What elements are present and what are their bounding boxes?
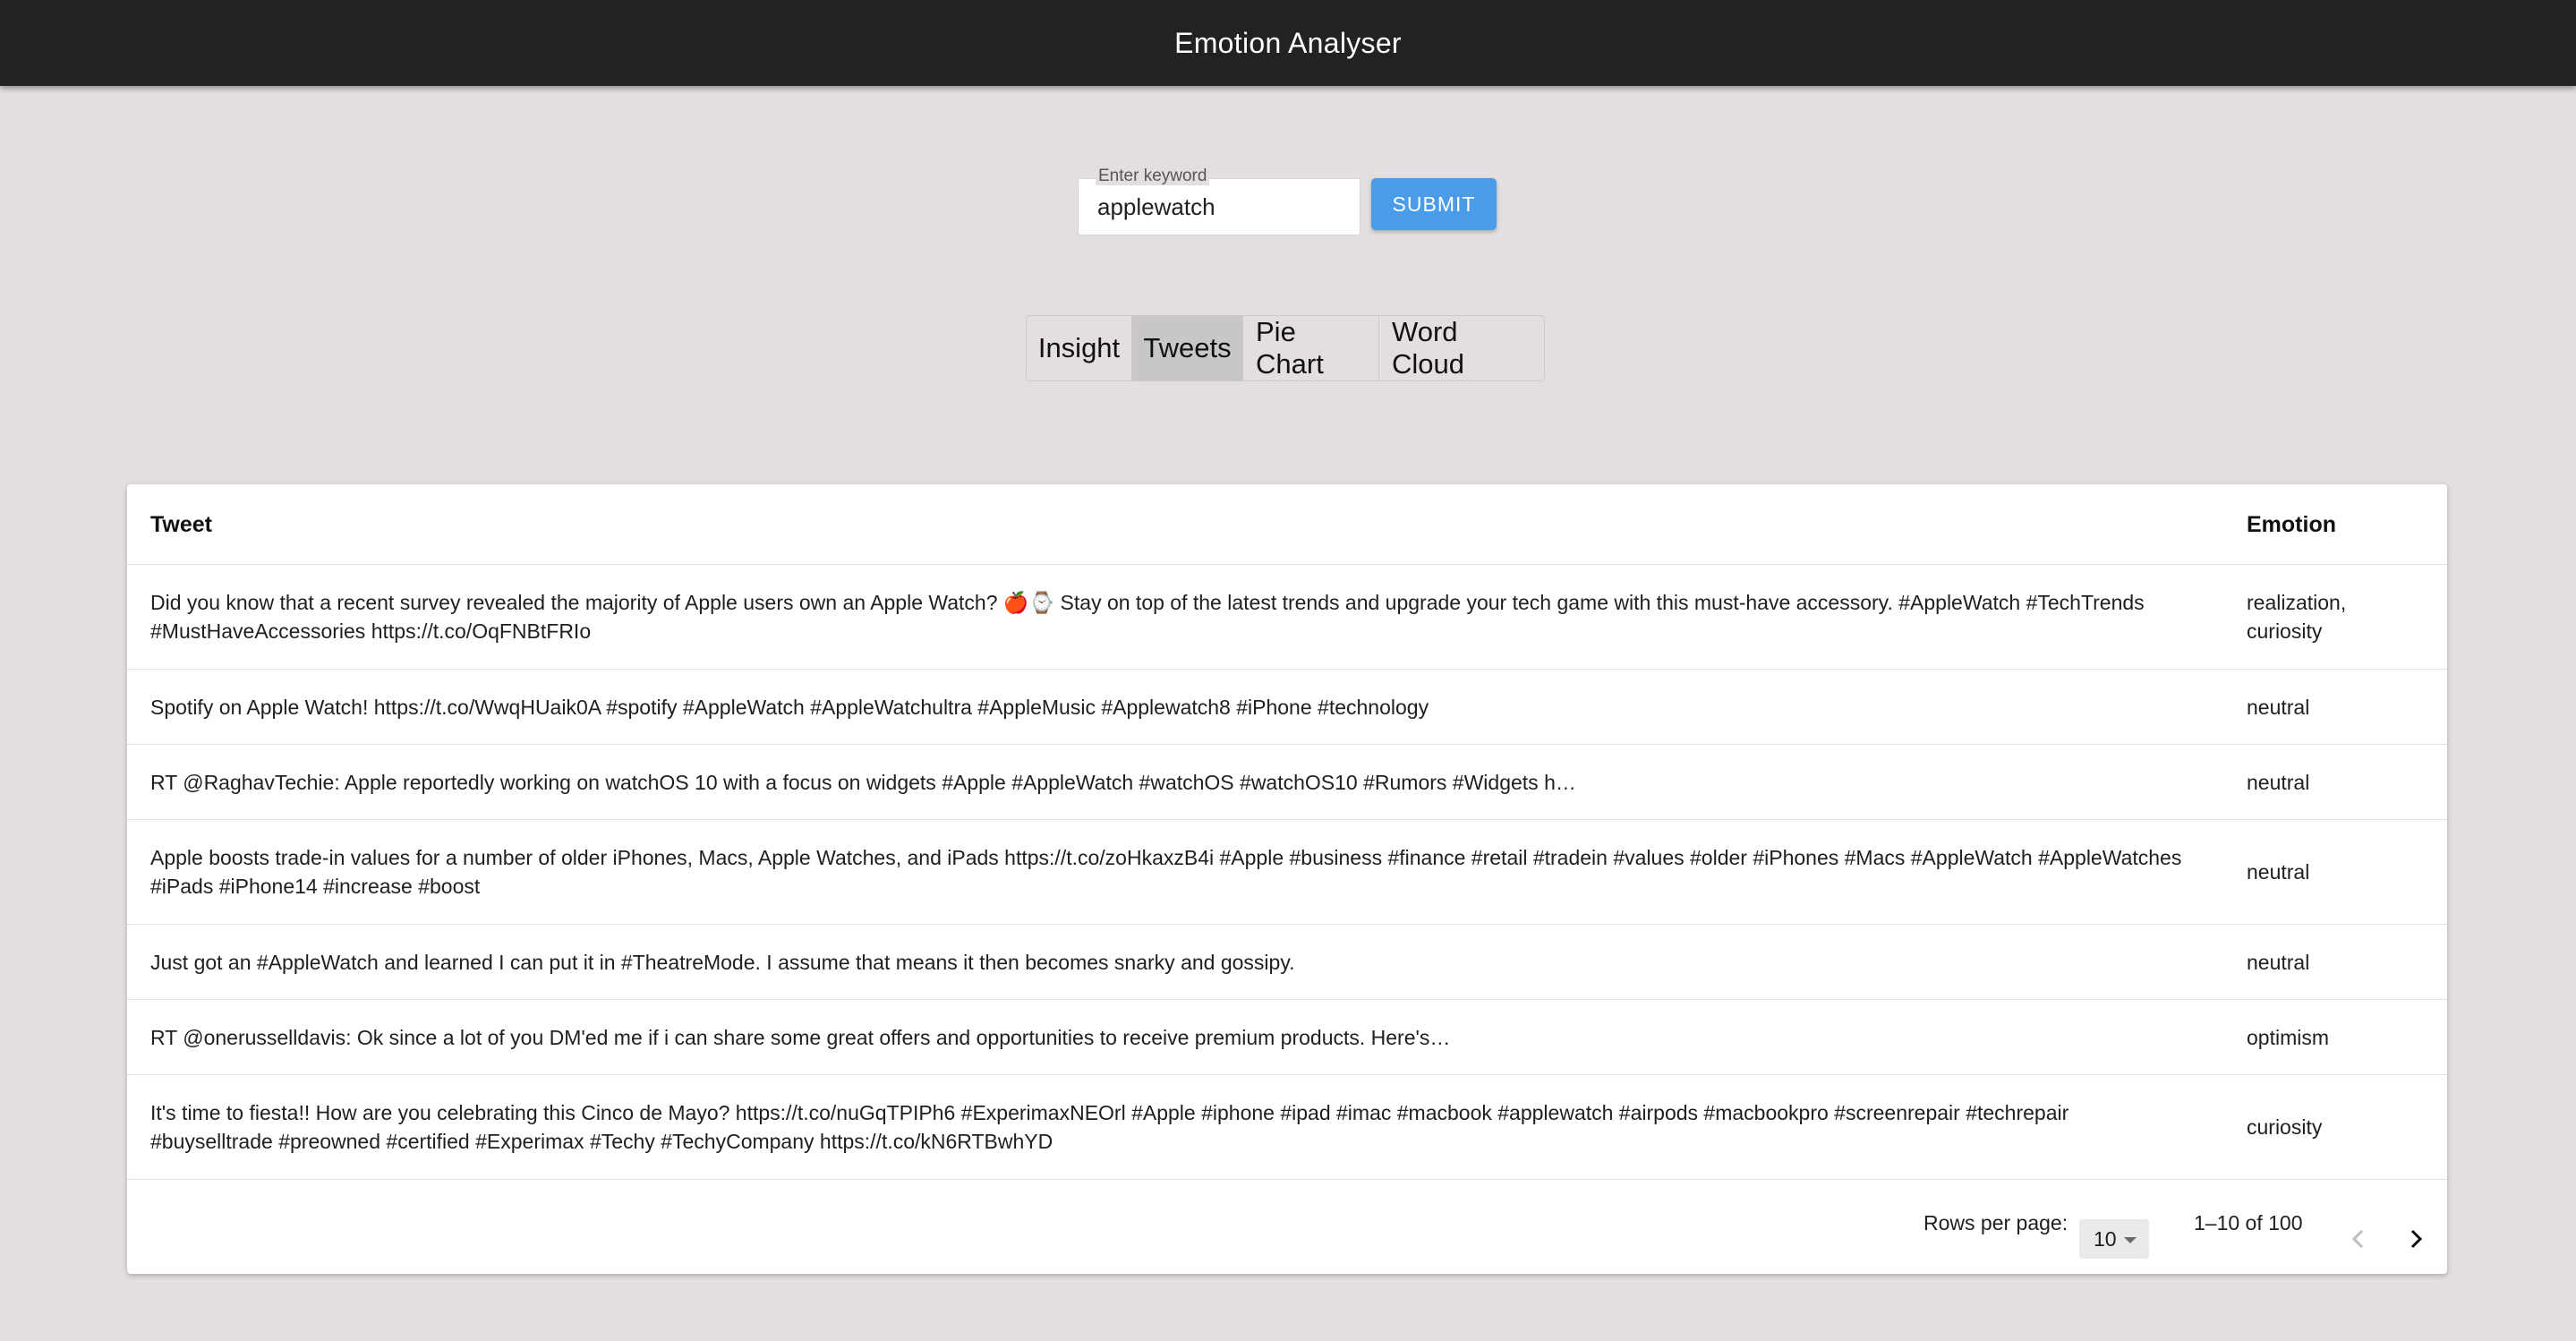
app-title: Emotion Analyser [1174,26,1402,59]
tweet-cell: Just got an #AppleWatch and learned I ca… [150,950,1295,974]
table-row: Spotify on Apple Watch! https://t.co/Wwq… [127,670,2447,745]
caret-down-icon [2124,1237,2137,1243]
keyword-input[interactable] [1097,190,1348,224]
table-row: Did you know that a recent survey reveal… [127,565,2447,670]
tweet-cell: Apple boosts trade-in values for a numbe… [150,846,2182,898]
tweet-cell: Spotify on Apple Watch! https://t.co/Wwq… [150,695,1429,719]
table-row: Just got an #AppleWatch and learned I ca… [127,925,2447,1000]
tweet-cell: RT @RaghavTechie: Apple reportedly worki… [150,770,1576,794]
table-row: Apple boosts trade-in values for a numbe… [127,820,2447,925]
rows-per-page-select[interactable]: 10 [2079,1219,2149,1259]
table-row: It's time to fiesta!! How are you celebr… [127,1075,2447,1180]
chevron-left-icon [2351,1229,2364,1249]
tweet-cell: Did you know that a recent survey reveal… [150,591,2145,643]
table-pagination: Rows per page: 10 1–10 of 100 [127,1180,2447,1274]
app-bar: Emotion Analyser [0,0,2576,86]
tab-insight[interactable]: Insight [1027,316,1132,380]
table-row: RT @onerusselldavis: Ok since a lot of y… [127,1000,2447,1075]
rows-per-page-label: Rows per page: [1923,1211,2068,1234]
emotion-cell: neutral [2247,950,2310,974]
emotion-cell: curiosity [2247,1115,2323,1139]
column-header-emotion: Emotion [2247,512,2336,537]
previous-page-button[interactable] [2341,1221,2376,1257]
emotion-cell: neutral [2247,695,2310,719]
chevron-right-icon [2410,1229,2423,1249]
tweet-cell: RT @onerusselldavis: Ok since a lot of y… [150,1025,1451,1049]
pagination-range: 1–10 of 100 [2194,1211,2303,1234]
next-page-button[interactable] [2398,1221,2434,1257]
rows-per-page-value: 10 [2094,1226,2117,1251]
tab-word-cloud[interactable]: Word Cloud [1379,316,1544,380]
table-header: Tweet Emotion [127,484,2447,565]
emotion-cell: optimism [2247,1025,2330,1049]
column-header-tweet: Tweet [150,512,212,537]
table-row: RT @RaghavTechie: Apple reportedly worki… [127,745,2447,820]
tweet-cell: It's time to fiesta!! How are you celebr… [150,1101,2069,1153]
emotion-cell: realization, curiosity [2247,591,2347,643]
emotion-cell: neutral [2247,770,2310,794]
tab-tweets[interactable]: Tweets [1132,316,1243,380]
emotion-cell: neutral [2247,860,2310,884]
view-tabs: Insight Tweets Pie Chart Word Cloud [1026,315,1545,381]
keyword-label: Enter keyword [1096,167,1210,185]
tweets-table: Tweet Emotion Did you know that a recent… [127,484,2447,1274]
tab-pie-chart[interactable]: Pie Chart [1243,316,1379,380]
submit-button[interactable]: SUBMIT [1371,178,1497,230]
